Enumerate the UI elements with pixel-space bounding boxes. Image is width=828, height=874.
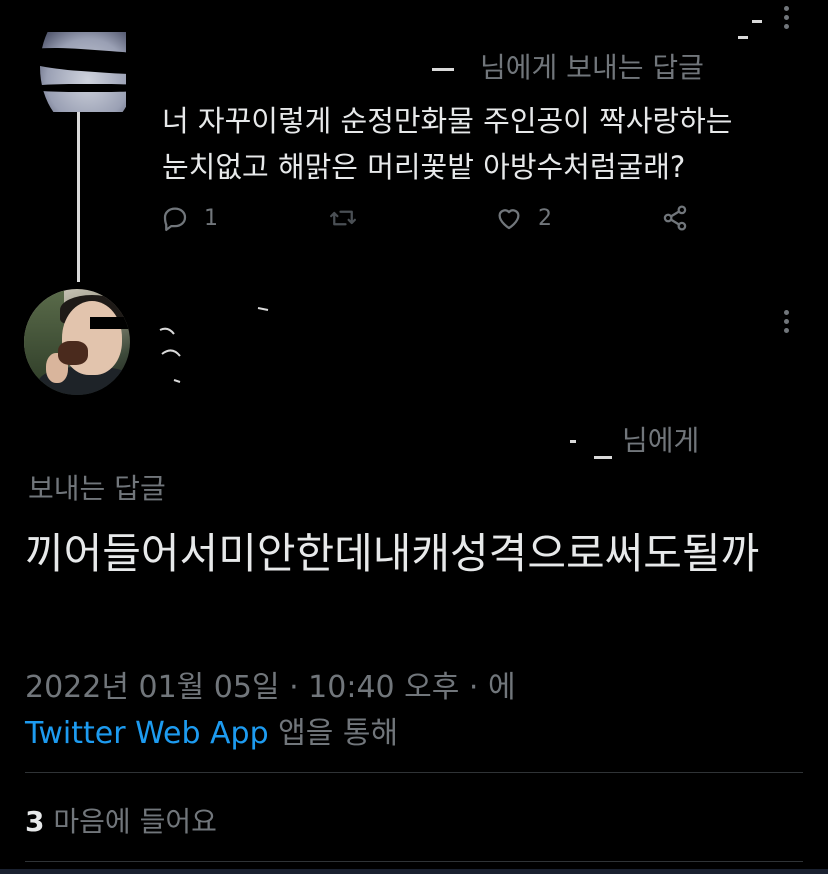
parent-avatar[interactable] bbox=[30, 32, 126, 112]
replying-to-label-continued: 보내는 답글 bbox=[28, 472, 166, 505]
redaction-mark bbox=[570, 440, 576, 443]
parent-tweet-actions: 1 2 bbox=[160, 203, 700, 243]
main-tweet-text: 끼어들어서미안한데내캐성격으로써도될까 bbox=[25, 529, 760, 578]
share-icon bbox=[663, 205, 687, 231]
share-button[interactable] bbox=[660, 203, 690, 233]
reply-button[interactable]: 1 bbox=[160, 203, 218, 233]
redacted-author-name bbox=[159, 307, 269, 383]
tweet-source: Twitter Web App 앱을 통해 bbox=[25, 708, 398, 752]
more-options-icon[interactable] bbox=[784, 310, 790, 337]
divider bbox=[25, 772, 803, 773]
bottom-bar bbox=[0, 869, 828, 874]
reply-icon bbox=[163, 207, 187, 231]
like-count: 2 bbox=[538, 205, 552, 231]
thread-line bbox=[77, 112, 80, 282]
retweet-button[interactable] bbox=[328, 203, 372, 233]
tweet-timestamp[interactable]: 2022년 01월 05일 · 10:40 오후 · 에 bbox=[25, 662, 516, 706]
like-button[interactable]: 2 bbox=[494, 203, 552, 233]
retweet-icon bbox=[330, 210, 356, 226]
source-app-link[interactable]: Twitter Web App bbox=[25, 716, 269, 751]
more-options-icon[interactable] bbox=[784, 6, 790, 33]
redaction-mark bbox=[738, 36, 748, 39]
redaction-mark bbox=[752, 20, 762, 23]
likes-summary[interactable]: 3 마음에 들어요 bbox=[25, 800, 217, 840]
divider bbox=[25, 861, 803, 862]
redaction-mark bbox=[432, 68, 454, 71]
replying-to-label: 님에게 보내는 답글 bbox=[480, 51, 704, 84]
replying-to-label: 님에게 bbox=[622, 424, 700, 457]
likes-label: 마음에 들어요 bbox=[44, 805, 217, 838]
likes-count: 3 bbox=[25, 805, 45, 838]
author-avatar[interactable] bbox=[24, 289, 130, 395]
source-suffix: 앱을 통해 bbox=[268, 716, 399, 751]
reply-count: 1 bbox=[204, 205, 218, 231]
parent-tweet-text: 너 자꾸이렇게 순정만화물 주인공이 짝사랑하는 눈치없고 해맑은 머리꽃밭 아… bbox=[162, 104, 733, 184]
redaction-mark bbox=[594, 456, 612, 459]
like-icon bbox=[498, 209, 520, 230]
